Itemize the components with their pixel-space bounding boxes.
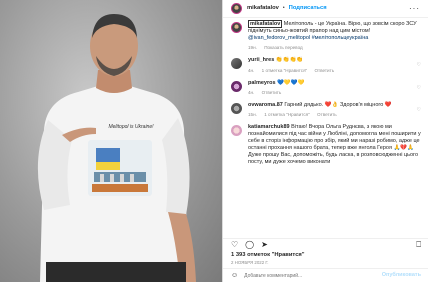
comment-item: palmeyros 💙💛💙💛 4н. Ответить ♡: [223, 77, 428, 99]
like-comment-heart-icon[interactable]: ♡: [417, 62, 421, 69]
more-options-icon[interactable]: ···: [409, 4, 420, 13]
follow-button[interactable]: Подписаться: [289, 5, 327, 13]
post-date: 2 НОЯБРЯ 2022 Г.: [231, 260, 269, 265]
caption-time: 19н.: [248, 45, 257, 51]
comment-text: Вітаю! Вчора Ольга Руднєва, з якою ми по…: [248, 123, 421, 166]
post-actions-bar: ♡ ◯ ➤ ⎕: [223, 238, 428, 250]
comment-username[interactable]: palmeyros: [248, 80, 276, 86]
post-sidebar: mikafatalov • Подписаться ··· mikafatalo…: [222, 0, 428, 282]
comment-avatar[interactable]: [231, 102, 242, 114]
comment-reply-link[interactable]: Ответить: [314, 68, 334, 73]
like-comment-heart-icon[interactable]: ♡: [417, 85, 421, 92]
comments-feed[interactable]: mikafatalov Мелітополь - це Україна. Вір…: [223, 18, 428, 238]
comment-avatar[interactable]: [231, 58, 242, 70]
comment-username[interactable]: katiamarchuk89: [248, 124, 290, 130]
comment-likes[interactable]: 1 отметка "Нравится": [264, 112, 310, 117]
comment-input[interactable]: [244, 272, 382, 279]
like-comment-heart-icon[interactable]: ♡: [417, 107, 421, 114]
caption-avatar[interactable]: [231, 22, 242, 33]
author-username[interactable]: mikafatalov: [247, 5, 279, 13]
caption-hashtag-link[interactable]: #мелітопольцеукраїна: [312, 35, 369, 41]
post-modal: Melitopol is Ukraine! mikafatalov • Подп…: [0, 0, 428, 282]
photo-illustration: [37, 14, 196, 282]
comment-text: Гарний дядько. ❤️👌 Здоров'я міцного ❤️: [284, 101, 392, 108]
comment-item: yurii_hres 👏👏👏👏 4н. 1 отметка "Нравится"…: [223, 54, 428, 76]
separator-dot: •: [282, 5, 285, 12]
likes-count[interactable]: 1 393 отметок "Нравится": [231, 252, 305, 260]
emoji-picker-icon[interactable]: ☺: [231, 271, 238, 280]
comment-username[interactable]: yurii_hres: [248, 57, 274, 63]
comment-time: 15н.: [248, 111, 257, 117]
share-send-icon[interactable]: ➤: [261, 240, 268, 249]
author-avatar[interactable]: [231, 3, 242, 14]
comment-time: 4н.: [248, 67, 255, 73]
comment-username[interactable]: ovwaroma.87: [248, 102, 283, 108]
publish-button[interactable]: Опубликовать: [382, 272, 421, 279]
comment-avatar[interactable]: [231, 124, 242, 136]
post-caption: mikafatalov Мелітополь - це Україна. Вір…: [223, 18, 428, 54]
comment-avatar[interactable]: [231, 80, 242, 92]
comment-text: 👏👏👏👏: [275, 57, 304, 64]
save-bookmark-icon[interactable]: ⎕: [416, 240, 421, 249]
post-photo[interactable]: Melitopol is Ukraine!: [0, 0, 222, 282]
caption-username[interactable]: mikafatalov: [248, 20, 283, 28]
comment-likes[interactable]: 1 отметка "Нравится": [262, 68, 308, 73]
comment-text: 💙💛💙💛: [277, 79, 305, 86]
comment-item: ovwaroma.87 Гарний дядько. ❤️👌 Здоров'я …: [223, 99, 428, 121]
comment-bubble-icon[interactable]: ◯: [245, 240, 254, 249]
post-header: mikafatalov • Подписаться ···: [223, 0, 428, 18]
comment-item: katiamarchuk89 Вітаю! Вчора Ольга Руднєв…: [223, 121, 428, 170]
shirt-print-text: Melitopol is Ukraine!: [108, 124, 154, 130]
comment-reply-link[interactable]: Ответить: [262, 90, 282, 95]
add-comment-bar: ☺ Опубликовать: [223, 268, 428, 282]
like-heart-icon[interactable]: ♡: [231, 240, 238, 249]
caption-mention-link[interactable]: @ivan_fedorov_melitopol: [248, 35, 310, 41]
comment-time: 4н.: [248, 89, 255, 95]
caption-translate-link[interactable]: Показать перевод: [264, 45, 302, 50]
comment-reply-link[interactable]: Ответить: [317, 112, 337, 117]
